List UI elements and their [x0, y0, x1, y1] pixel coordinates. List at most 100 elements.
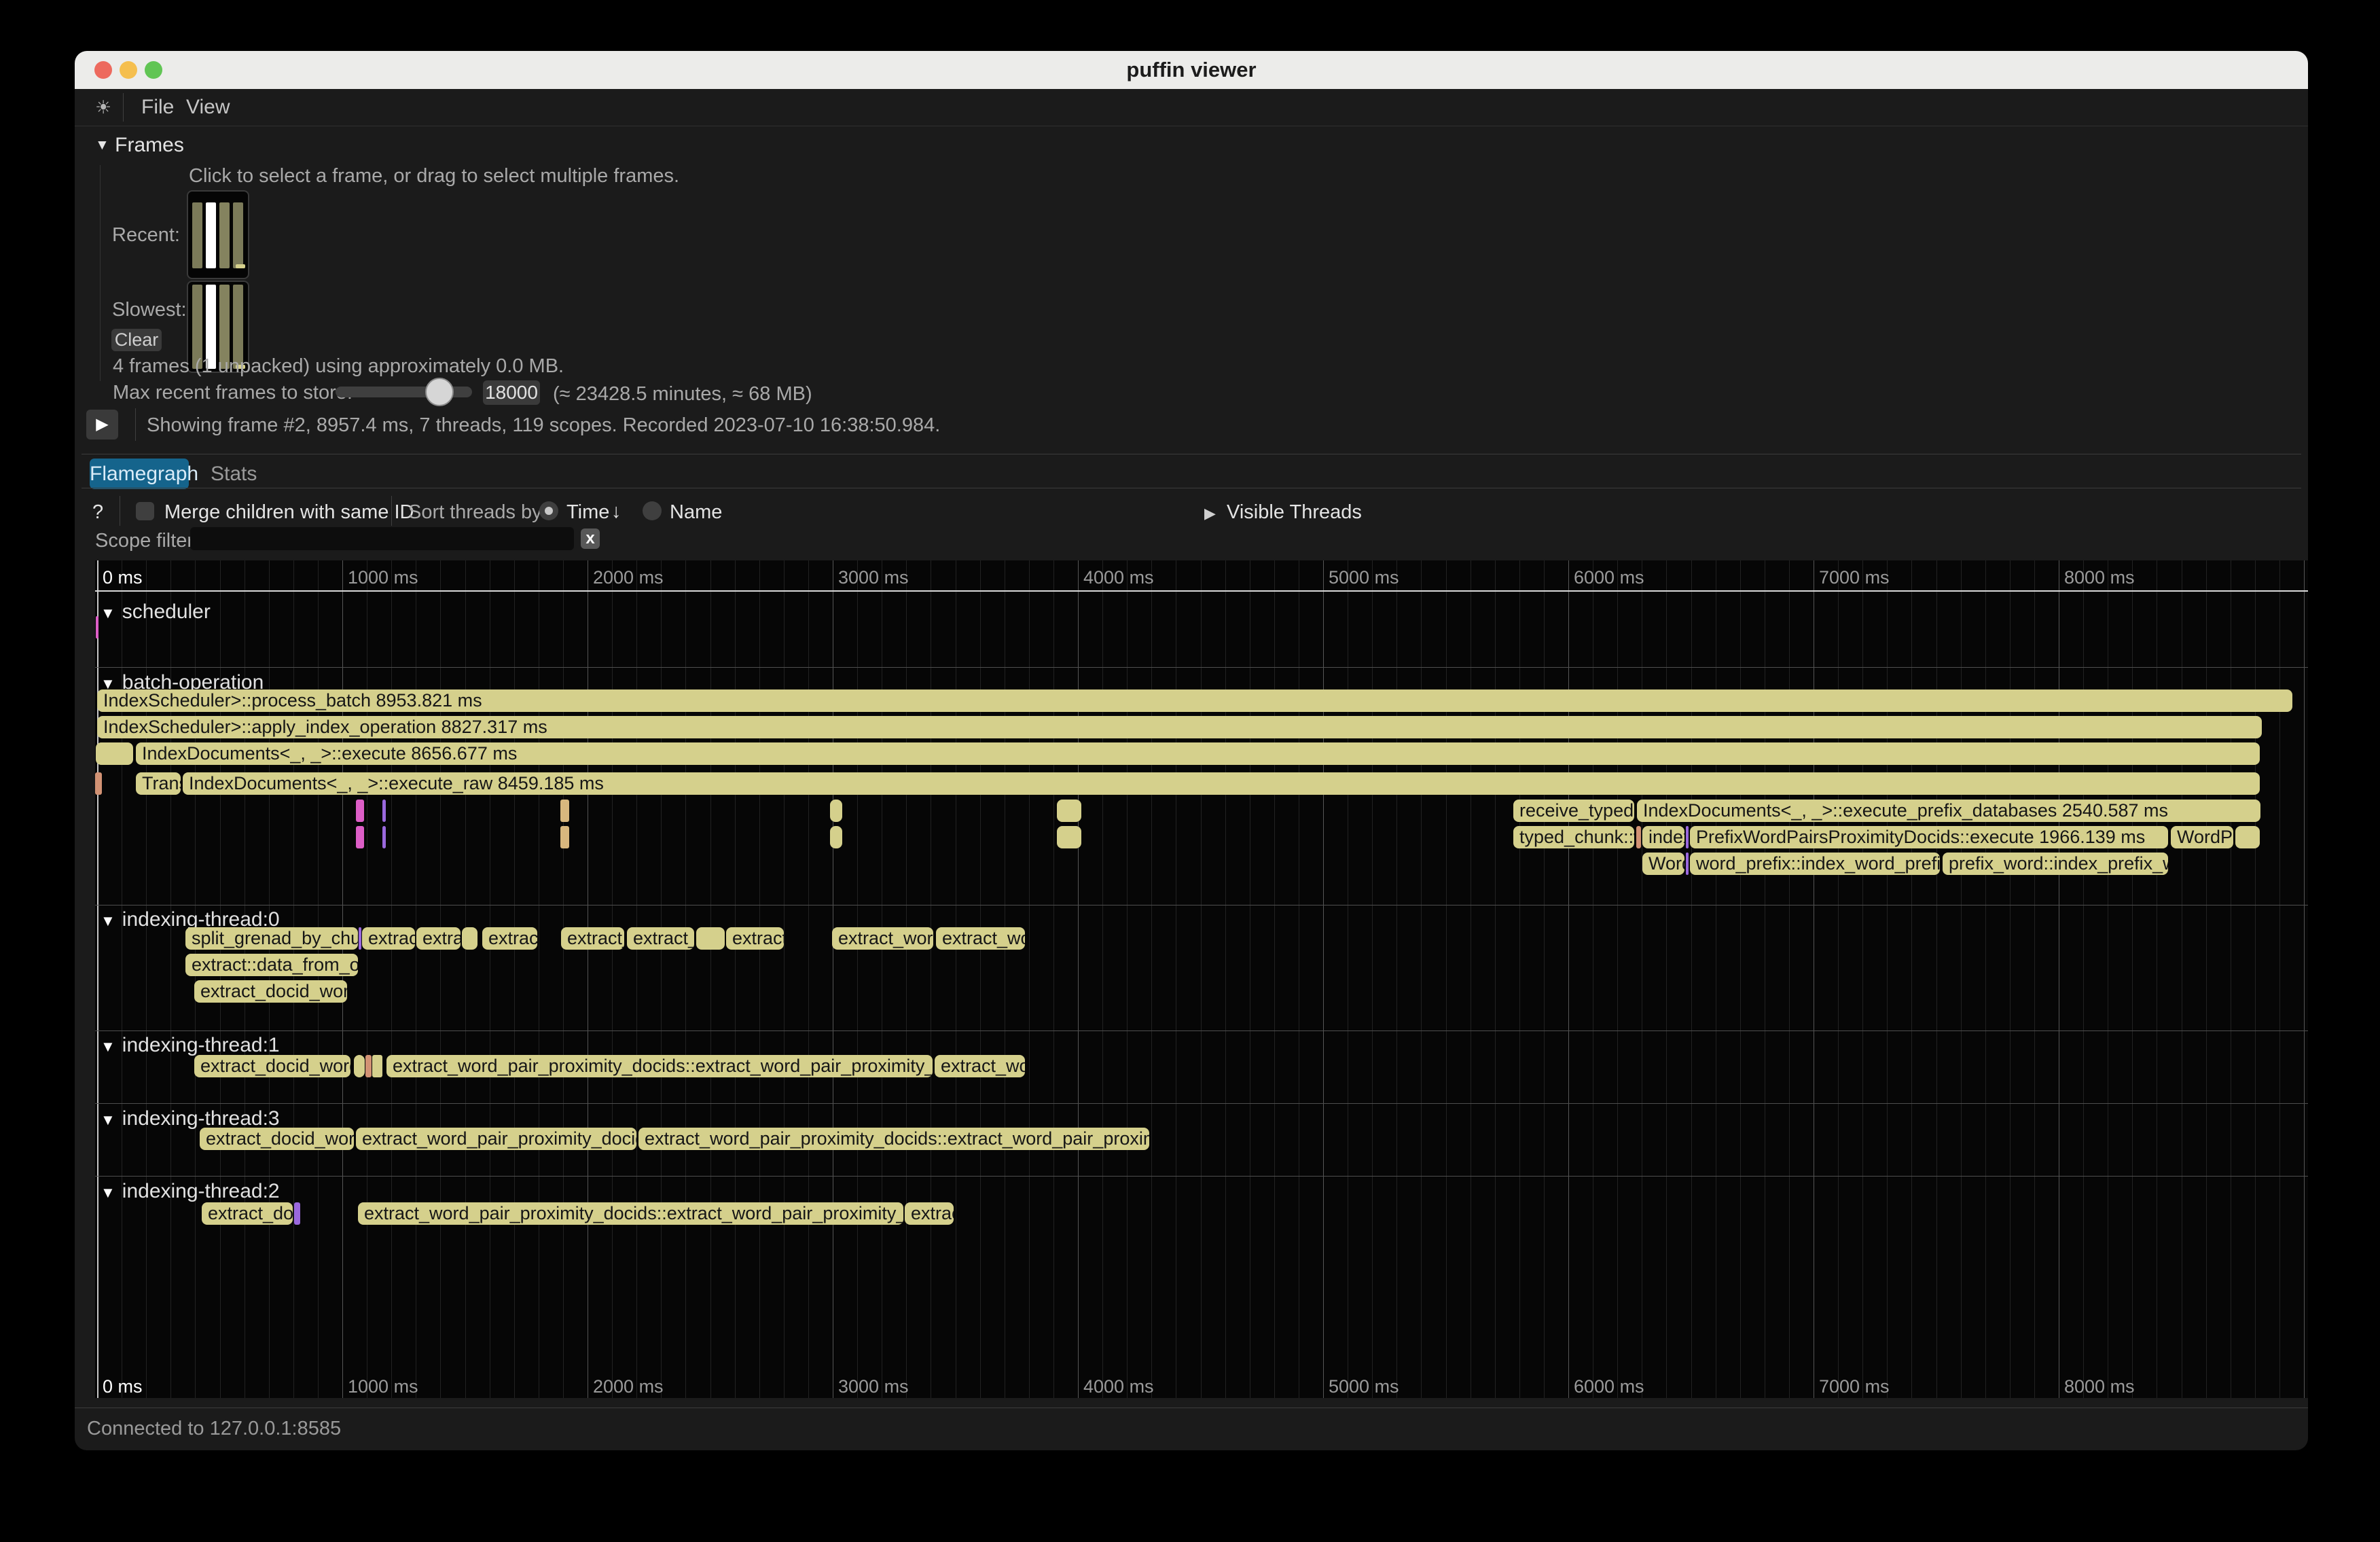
scope-bar[interactable]: extract_wo — [936, 927, 1025, 950]
frame-bar[interactable] — [192, 202, 202, 268]
scope-bar[interactable] — [2235, 826, 2260, 848]
scope-bar[interactable]: extract_word_pair_proximity_docids::extr… — [386, 1055, 933, 1077]
scope-bar[interactable] — [359, 927, 361, 950]
scope-bar[interactable] — [382, 826, 386, 848]
sort-direction-arrow-icon[interactable]: ↓ — [611, 501, 621, 523]
scope-bar[interactable] — [1686, 826, 1689, 848]
scope-bar[interactable]: extract_word_pair_proximity_docids::extr… — [638, 1128, 1149, 1150]
frame-bar[interactable] — [233, 202, 243, 268]
sort-time-label[interactable]: Time — [566, 501, 609, 524]
scope-bar[interactable] — [356, 800, 364, 822]
axis-tick-label: 5000 ms — [1329, 1376, 1399, 1397]
axis-tick-label: 6000 ms — [1574, 1376, 1644, 1397]
scope-bar[interactable]: IndexScheduler>::process_batch 8953.821 … — [97, 689, 2292, 712]
play-button[interactable]: ▶ — [86, 410, 118, 440]
gridline — [2010, 560, 2011, 1398]
frame-bar[interactable] — [206, 202, 216, 268]
scope-bar[interactable]: extract_word_pair_proximity_docids — [356, 1128, 636, 1150]
gridline — [1201, 560, 1202, 1398]
scope-label: IndexScheduler>::process_batch 8953.821 … — [97, 690, 482, 711]
scope-bar[interactable] — [96, 616, 98, 639]
scope-bar[interactable]: extract::data_from_ob — [185, 954, 358, 976]
scope-bar[interactable]: IndexDocuments<_, _>::execute_raw 8459.1… — [183, 772, 2260, 795]
scope-filter-input[interactable] — [190, 527, 574, 550]
scope-bar[interactable] — [365, 1055, 372, 1077]
scope-bar[interactable]: split_grenad_by_chun — [185, 927, 358, 950]
scope-label: extract_wo — [936, 928, 1025, 948]
scope-bar[interactable]: typed_chunk::w — [1513, 826, 1634, 848]
gridline — [980, 560, 981, 1398]
tab-flamegraph[interactable]: Flamegraph — [90, 459, 189, 489]
scope-bar[interactable] — [696, 927, 725, 950]
scope-bar[interactable]: Word — [1642, 853, 1684, 875]
scope-bar[interactable]: extract_ — [627, 927, 694, 950]
scope-bar[interactable] — [1636, 826, 1641, 848]
scope-bar[interactable] — [294, 1202, 300, 1225]
scope-bar[interactable] — [372, 1055, 382, 1077]
clear-filter-button[interactable]: x — [581, 528, 600, 549]
theme-toggle-icon[interactable]: ☀ — [90, 89, 117, 126]
scope-bar[interactable]: IndexScheduler>::apply_index_operation 8… — [97, 716, 2262, 738]
menu-view[interactable]: View — [186, 89, 230, 126]
scope-bar[interactable]: extract_doc — [202, 1202, 293, 1225]
scope-bar[interactable] — [1686, 853, 1689, 875]
thread-header-indexing-thread:3[interactable]: ▼indexing-thread:3 — [101, 1107, 280, 1130]
scope-bar[interactable]: extra — [416, 927, 461, 950]
scope-bar[interactable] — [462, 927, 477, 950]
scope-bar[interactable]: extract_wo — [935, 1055, 1025, 1077]
sort-name-radio[interactable] — [643, 501, 662, 520]
max-frames-slider-knob[interactable] — [425, 378, 454, 406]
scope-bar[interactable]: extract — [726, 927, 784, 950]
scope-bar[interactable] — [560, 800, 569, 822]
scope-bar[interactable] — [96, 742, 133, 765]
thread-header-scheduler[interactable]: ▼scheduler — [101, 600, 211, 624]
scope-bar[interactable]: receive_typed_ — [1513, 800, 1634, 822]
thread-header-indexing-thread:2[interactable]: ▼indexing-thread:2 — [101, 1180, 280, 1203]
scope-label: IndexDocuments<_, _>::execute_raw 8459.1… — [183, 773, 604, 793]
scope-bar[interactable]: extract_docid_word — [200, 1128, 354, 1150]
scope-bar[interactable]: prefix_word::index_prefix_wo — [1943, 853, 2168, 875]
visible-threads-header[interactable]: ▶ Visible Threads — [1204, 501, 1362, 524]
scope-bar[interactable] — [830, 826, 842, 848]
scope-bar[interactable] — [356, 826, 364, 848]
scope-bar[interactable]: extract_docid_word — [194, 980, 347, 1003]
gridline — [636, 560, 637, 1398]
scope-bar[interactable]: extract_docid_word — [194, 1055, 350, 1077]
menu-file[interactable]: File — [141, 89, 174, 126]
scope-bar[interactable]: extract_word_pair_proximity_docids::extr… — [358, 1202, 903, 1225]
frames-section-header[interactable]: ▼ Frames — [95, 134, 184, 157]
frame-bar[interactable] — [219, 202, 230, 268]
scope-bar[interactable]: extrac — [482, 927, 537, 950]
scope-bar[interactable]: extract — [905, 1202, 954, 1225]
gridline — [440, 560, 441, 1398]
scope-bar[interactable]: PrefixWordPairsProximityDocids::execute … — [1690, 826, 2168, 848]
scope-bar[interactable] — [382, 800, 386, 822]
scope-bar[interactable]: IndexDocuments<_, _>::execute_prefix_dat… — [1637, 800, 2260, 822]
recent-frames-thumbnail[interactable] — [187, 190, 249, 279]
scope-bar[interactable] — [1057, 800, 1081, 822]
help-button[interactable]: ? — [92, 501, 103, 524]
scope-bar[interactable]: Trans — [136, 772, 181, 795]
max-frames-value[interactable]: 18000 — [483, 380, 540, 405]
scope-bar[interactable]: word_prefix::index_word_prefix_ — [1690, 853, 1940, 875]
thread-name: scheduler — [122, 600, 211, 623]
scope-bar[interactable] — [95, 772, 102, 795]
scope-bar[interactable]: IndexDocuments<_, _>::execute 8656.677 m… — [136, 742, 2260, 765]
scope-bar[interactable]: extract — [362, 927, 415, 950]
clear-button[interactable]: Clear — [111, 329, 162, 351]
tab-stats[interactable]: Stats — [211, 459, 257, 489]
sort-time-radio[interactable] — [539, 501, 558, 520]
sort-name-label[interactable]: Name — [670, 501, 722, 524]
scope-bar[interactable] — [1057, 826, 1081, 848]
merge-children-checkbox[interactable] — [136, 502, 154, 520]
scope-bar[interactable]: extract_word — [832, 927, 933, 950]
scope-bar[interactable]: index — [1642, 826, 1684, 848]
scope-bar[interactable] — [830, 800, 842, 822]
thread-header-indexing-thread:1[interactable]: ▼indexing-thread:1 — [101, 1034, 280, 1057]
scope-bar[interactable] — [560, 826, 569, 848]
scope-bar[interactable] — [354, 1055, 365, 1077]
scope-bar[interactable]: WordPr — [2171, 826, 2233, 848]
scope-label: IndexDocuments<_, _>::execute 8656.677 m… — [136, 743, 517, 764]
flamegraph-canvas[interactable]: 0 ms0 ms1000 ms1000 ms2000 ms2000 ms3000… — [95, 560, 2308, 1398]
scope-bar[interactable]: extract_ — [561, 927, 624, 950]
